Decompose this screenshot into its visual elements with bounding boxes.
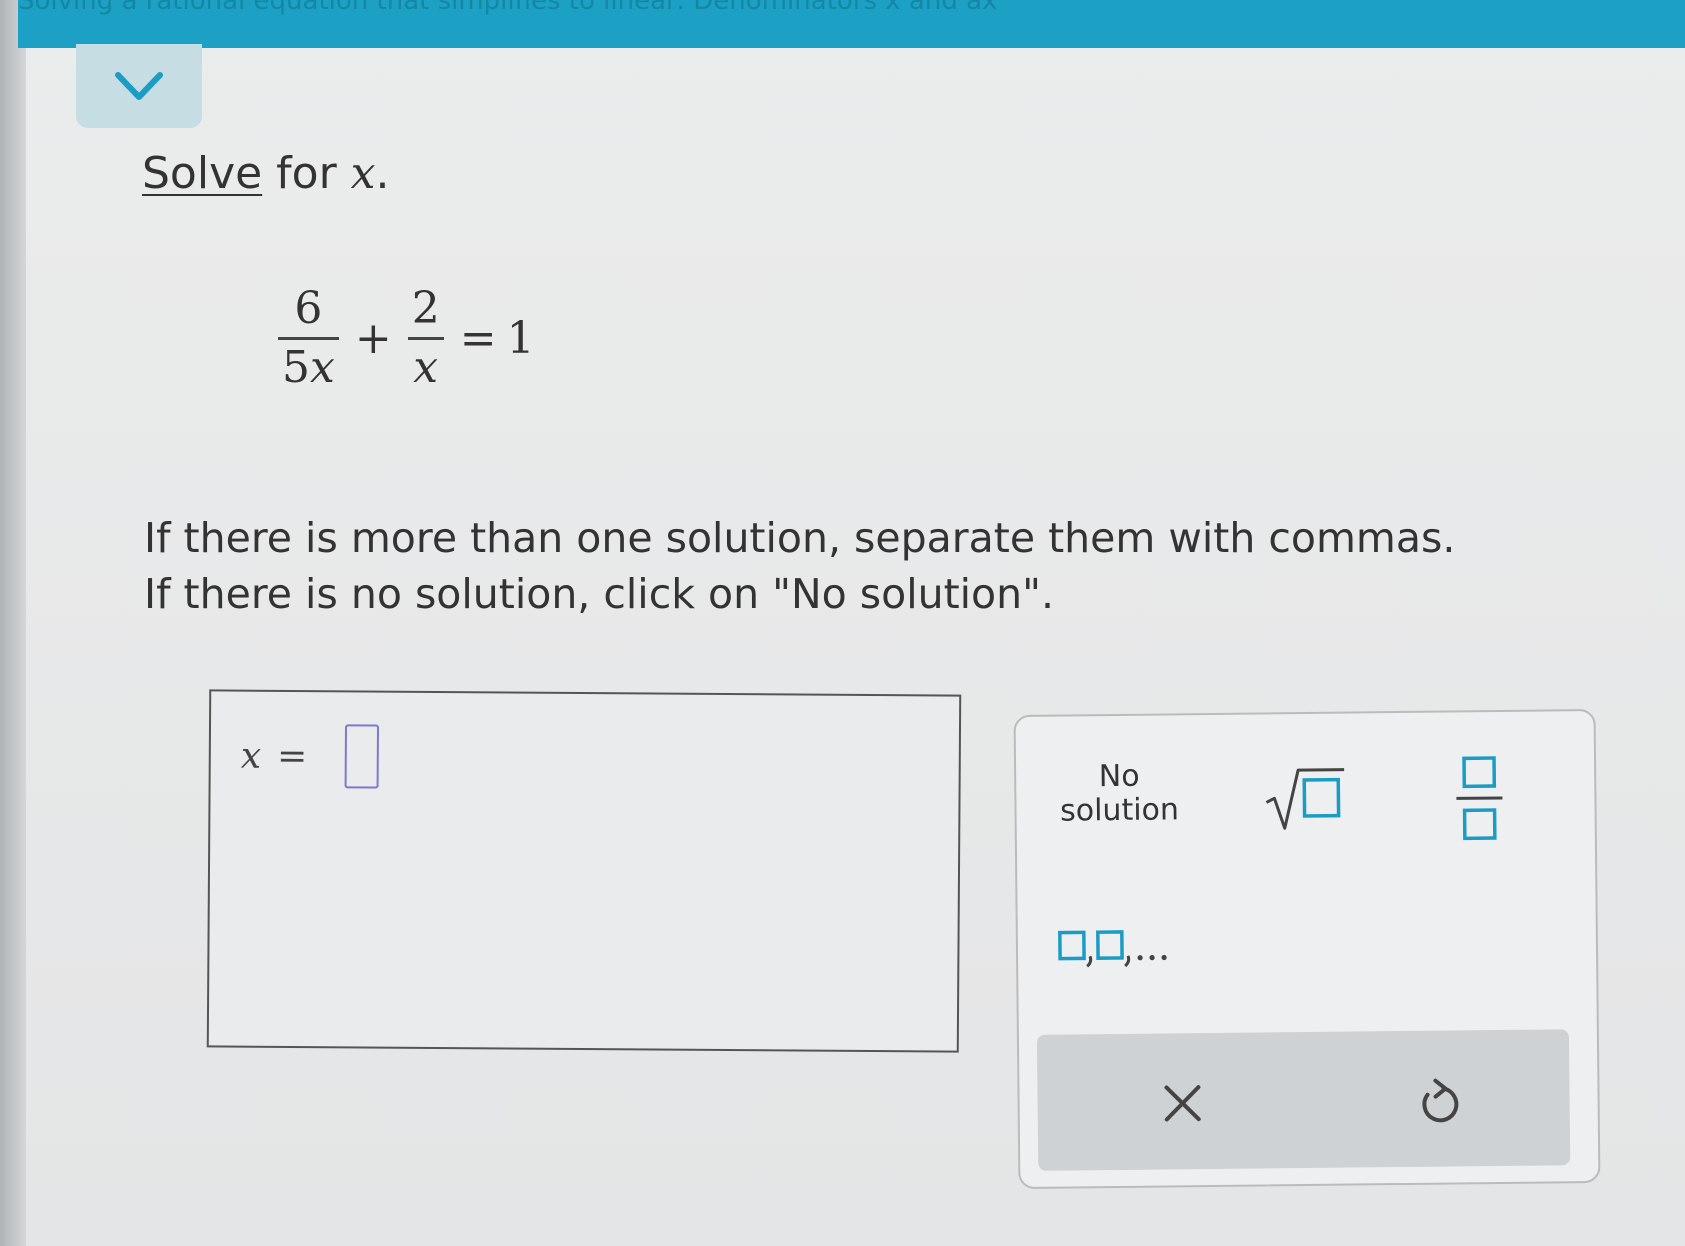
question-prompt: Solve for x. xyxy=(142,148,390,199)
prompt-text: for xyxy=(262,148,351,199)
equals-sign: = xyxy=(459,312,497,364)
collapse-toggle-button[interactable] xyxy=(76,44,202,128)
answer-variable: x xyxy=(240,735,262,777)
screen-bezel xyxy=(0,0,26,1246)
answer-label: x = xyxy=(241,736,308,777)
prompt-period: . xyxy=(375,148,390,199)
page: Solving a rational equation that simplif… xyxy=(0,0,1685,1246)
instructions-line-2: If there is no solution, click on "No so… xyxy=(144,570,1055,618)
answer-input[interactable] xyxy=(344,724,380,789)
palette-action-bar xyxy=(1036,1029,1571,1171)
comma-list-icon xyxy=(1058,930,1167,968)
banner-title: Solving a rational equation that simplif… xyxy=(18,0,998,16)
solve-link[interactable]: Solve xyxy=(142,148,262,199)
fraction-term-1: 6 5x xyxy=(278,282,339,393)
square-root-button[interactable] xyxy=(1260,758,1351,839)
no-solution-button[interactable]: No solution xyxy=(1044,759,1195,829)
term1-denominator: 5x xyxy=(282,341,335,393)
answer-area: x = xyxy=(206,689,962,1053)
header-banner: Solving a rational equation that simplif… xyxy=(18,0,1685,48)
math-palette: No solution xyxy=(1013,708,1601,1190)
plus-operator: + xyxy=(354,312,392,364)
clear-button[interactable] xyxy=(1147,1073,1218,1134)
fraction-button[interactable] xyxy=(1444,750,1517,847)
square-root-icon xyxy=(1265,768,1345,830)
chevron-down-icon xyxy=(115,72,163,100)
answer-equals: = xyxy=(276,735,308,778)
no-solution-label-line-2: solution xyxy=(1059,792,1180,829)
term2-numerator: 2 xyxy=(411,282,440,334)
comma-list-button[interactable] xyxy=(1056,915,1187,976)
undo-button[interactable] xyxy=(1403,1070,1474,1137)
no-solution-label-line-1: No xyxy=(1098,758,1140,795)
term1-numerator: 6 xyxy=(294,282,323,334)
fraction-icon xyxy=(1456,756,1503,841)
close-icon xyxy=(1164,1085,1201,1122)
right-hand-side: 1 xyxy=(506,312,535,364)
equation: 6 5x + 2 x = 1 xyxy=(272,268,535,408)
prompt-variable: x xyxy=(350,148,376,199)
fraction-term-2: 2 x xyxy=(407,282,444,393)
instructions: If there is more than one solution, sepa… xyxy=(144,510,1564,622)
instructions-line-1: If there is more than one solution, sepa… xyxy=(144,514,1456,562)
undo-icon xyxy=(1422,1078,1459,1123)
term2-denominator: x xyxy=(413,341,439,393)
